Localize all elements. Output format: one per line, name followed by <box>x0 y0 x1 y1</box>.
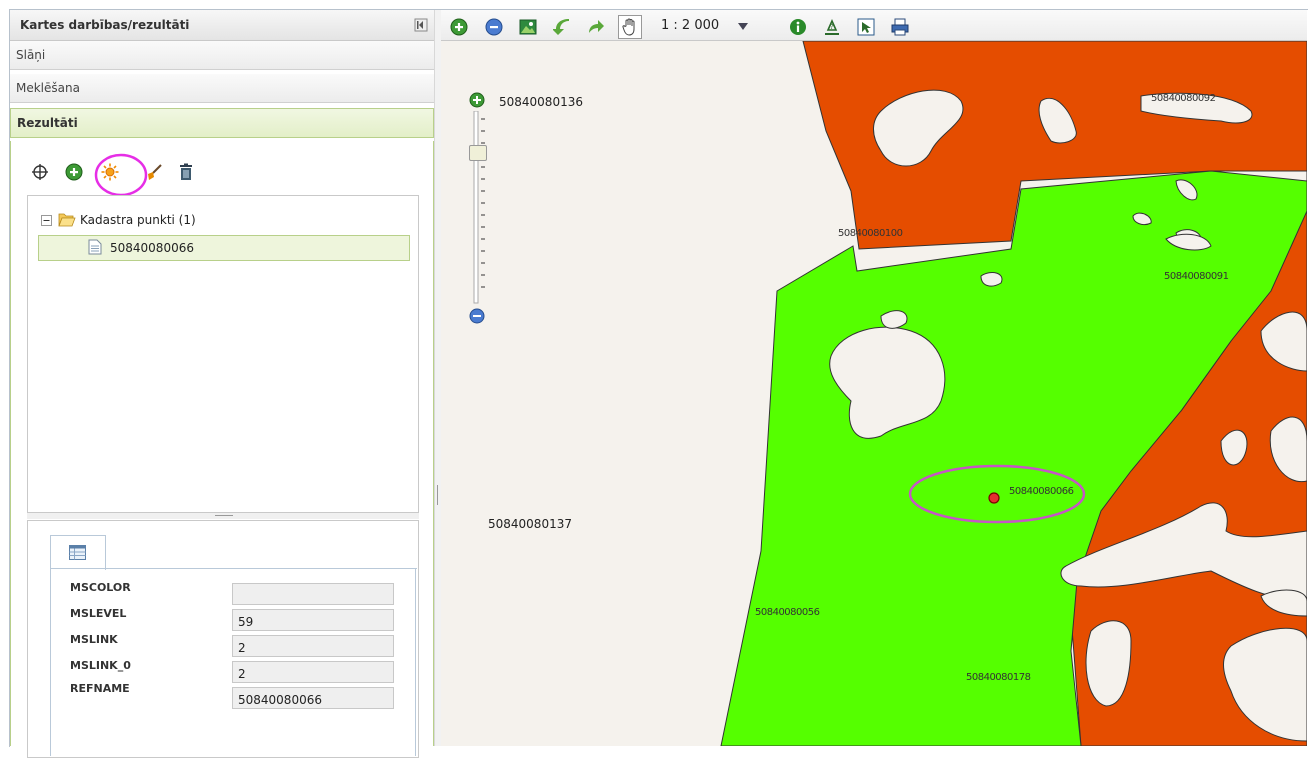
tab-attributes[interactable] <box>50 535 106 570</box>
selected-point-marker <box>988 492 1000 504</box>
svg-text:?: ? <box>830 23 834 31</box>
slider-zoom-in-icon[interactable] <box>469 92 485 108</box>
trash-icon[interactable] <box>177 163 195 181</box>
pan-tool-button[interactable] <box>618 15 642 39</box>
prop-value-mscolor <box>232 583 394 605</box>
select-feature-icon[interactable] <box>857 18 875 36</box>
highlight-ring-annotation <box>94 153 148 197</box>
map-canvas[interactable]: 50840080136 50840080137 50840080066 5084… <box>441 41 1307 746</box>
document-icon <box>88 239 102 255</box>
collapse-panel-icon[interactable] <box>414 18 428 32</box>
prop-value-mslink: 2 <box>232 635 394 657</box>
forward-arrow-icon[interactable] <box>587 18 605 36</box>
parcel-label-center: 50840080100 <box>838 228 903 239</box>
panel-title: Kartes darbības/rezultāti <box>20 18 190 32</box>
full-extent-icon[interactable] <box>519 18 537 36</box>
print-icon[interactable] <box>891 18 909 36</box>
scale-dropdown-icon[interactable] <box>738 23 748 30</box>
crosshair-icon[interactable] <box>31 163 49 181</box>
table-icon <box>69 545 86 560</box>
prop-label-mscolor: MSCOLOR <box>70 581 131 594</box>
folder-open-icon <box>58 213 76 227</box>
zoom-slider-track[interactable] <box>469 111 495 307</box>
panel-header: Kartes darbības/rezultāti <box>10 10 434 41</box>
measure-icon[interactable]: ? <box>823 18 841 36</box>
accordion-search[interactable]: Meklēšana <box>10 74 434 103</box>
prop-label-mslink: MSLINK <box>70 633 118 646</box>
prop-label-refname: REFNAME <box>70 682 130 695</box>
parcel-label-136: 50840080136 <box>499 95 583 109</box>
prop-value-refname: 50840080066 <box>232 687 394 709</box>
results-tree: Kadastra punkti (1) 50840080066 <box>27 195 419 513</box>
accordion-results-label: Rezultāti <box>17 116 78 130</box>
back-arrow-icon[interactable] <box>553 18 571 36</box>
hand-icon <box>622 18 635 36</box>
tab-border-left <box>50 568 51 756</box>
prop-value-mslevel: 59 <box>232 609 394 631</box>
accordion-results[interactable]: Rezultāti <box>10 108 434 138</box>
map-toolbar: 1 : 2 000 ? <box>441 10 1307 41</box>
slider-zoom-out-icon[interactable] <box>469 308 485 324</box>
accordion-layers-label: Slāņi <box>16 48 46 62</box>
scale-value[interactable]: 1 : 2 000 <box>661 18 719 33</box>
parcel-label-056: 50840080056 <box>755 607 820 618</box>
tree-item-label[interactable]: 50840080066 <box>110 241 194 255</box>
tab-border-right <box>415 568 416 756</box>
prop-label-mslink0: MSLINK_0 <box>70 659 131 672</box>
parcel-label-top-right: 50840080092 <box>1151 93 1216 104</box>
tree-folder-label[interactable]: Kadastra punkti (1) <box>80 213 196 227</box>
tab-divider <box>50 568 417 569</box>
parcel-label-066: 50840080066 <box>1009 486 1074 497</box>
info-icon[interactable] <box>789 18 807 36</box>
accordion-search-label: Meklēšana <box>16 81 80 95</box>
parcel-label-right: 50840080091 <box>1164 271 1229 282</box>
parcel-label-178: 50840080178 <box>966 672 1031 683</box>
horizontal-splitter[interactable] <box>27 513 419 519</box>
zoom-in-icon[interactable] <box>65 163 83 181</box>
map-zoom-in-icon[interactable] <box>450 18 468 36</box>
map-polygons <box>720 41 1307 746</box>
accordion-layers[interactable]: Slāņi <box>10 41 434 70</box>
zoom-slider-thumb[interactable] <box>469 145 487 162</box>
collapse-node-icon[interactable] <box>41 215 52 226</box>
prop-value-mslink0: 2 <box>232 661 394 683</box>
prop-label-mslevel: MSLEVEL <box>70 607 127 620</box>
left-panel: Kartes darbības/rezultāti Slāņi Meklēšan… <box>10 10 434 758</box>
map-zoom-out-icon[interactable] <box>485 18 503 36</box>
hole-6 <box>980 272 1003 287</box>
vertical-splitter[interactable] <box>434 10 441 746</box>
parcel-label-137: 50840080137 <box>488 517 572 531</box>
broom-icon[interactable] <box>145 163 163 181</box>
